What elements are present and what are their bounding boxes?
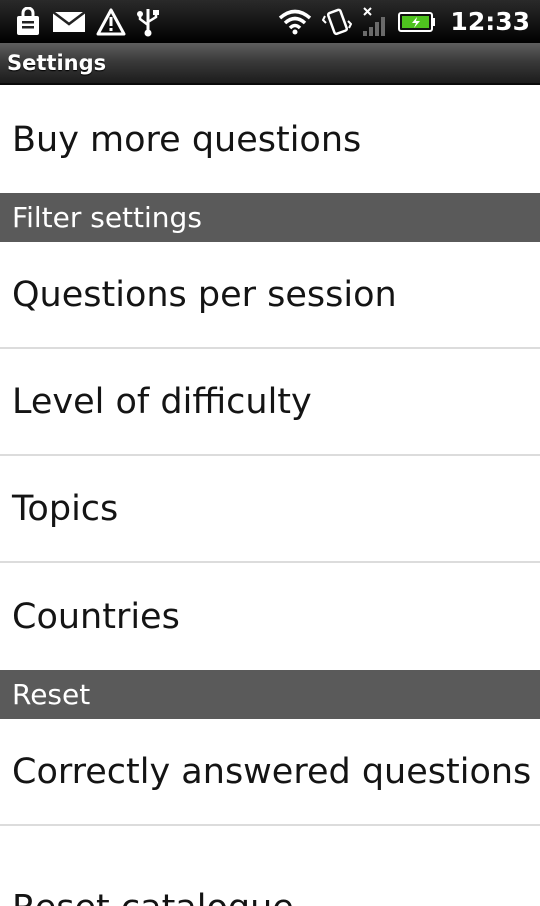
- item-label: Countries: [12, 596, 180, 637]
- item-label: Reset catalogue: [12, 888, 294, 906]
- clock: 12:33: [450, 7, 530, 36]
- countries-item[interactable]: Countries: [0, 563, 540, 670]
- vibrate-icon: [322, 8, 353, 36]
- item-label: Topics: [12, 488, 119, 529]
- wifi-icon: [278, 9, 312, 35]
- level-of-difficulty-item[interactable]: Level of difficulty: [0, 349, 540, 456]
- mail-icon: [52, 10, 86, 34]
- topics-item[interactable]: Topics: [0, 456, 540, 563]
- section-header-label: Filter settings: [12, 201, 202, 234]
- notification-icons: [14, 6, 160, 37]
- correctly-answered-questions-item[interactable]: Correctly answered questions: [0, 719, 540, 826]
- title-bar: Settings: [0, 43, 540, 85]
- signal-icon: [362, 6, 388, 37]
- item-label: Level of difficulty: [12, 381, 312, 422]
- page-title: Settings: [7, 51, 107, 75]
- item-label: Buy more questions: [12, 120, 362, 160]
- item-label: Questions per session: [12, 274, 397, 315]
- filter-settings-header: Filter settings: [0, 193, 540, 242]
- item-label: Correctly answered questions: [12, 751, 532, 792]
- shopping-bag-icon: [14, 6, 42, 37]
- questions-per-session-item[interactable]: Questions per session: [0, 242, 540, 349]
- usb-icon: [136, 7, 160, 37]
- buy-more-questions-item[interactable]: Buy more questions: [0, 87, 540, 193]
- system-icons: 12:33: [278, 6, 530, 37]
- section-header-label: Reset: [12, 678, 91, 711]
- reset-header: Reset: [0, 670, 540, 719]
- battery-icon: [398, 11, 436, 33]
- status-bar: 12:33: [0, 0, 540, 43]
- reset-catalogue-item[interactable]: Reset catalogue: [0, 826, 540, 906]
- warning-icon: [96, 8, 126, 36]
- settings-list: Buy more questions Filter settings Quest…: [0, 87, 540, 906]
